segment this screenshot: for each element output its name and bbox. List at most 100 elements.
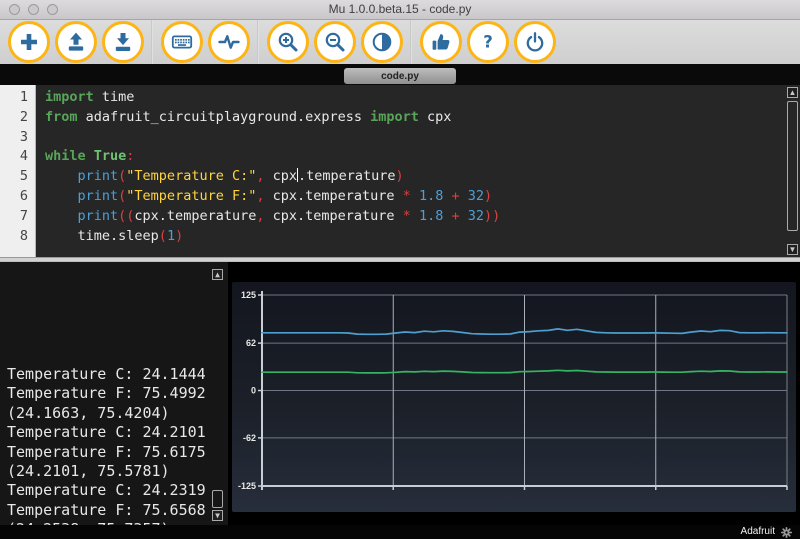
code-token: time.sleep <box>45 228 159 244</box>
code-token: * <box>403 208 411 224</box>
code-line <box>45 128 800 148</box>
line-number: 7 <box>0 207 28 227</box>
mu-editor-window: Mu 1.0.0.beta.15 - code.py ? code.py 123… <box>0 0 800 539</box>
zoom-out-button[interactable] <box>314 21 356 63</box>
toolbar-group-separator <box>410 20 412 64</box>
code-token: ) <box>484 188 492 204</box>
code-token <box>45 168 78 184</box>
svg-text:125: 125 <box>241 290 256 300</box>
tab-strip: code.py <box>0 64 800 85</box>
code-token: "Temperature C:" <box>126 168 256 184</box>
code-token: ( <box>159 228 167 244</box>
code-token: "Temperature F:" <box>126 188 256 204</box>
code-editor[interactable]: 12345678 import timefrom adafruit_circui… <box>0 85 800 257</box>
quit-button[interactable] <box>514 21 556 63</box>
plus-icon <box>17 30 41 54</box>
load-button[interactable] <box>55 21 97 63</box>
console-line: Temperature F: 75.4992 <box>7 384 228 403</box>
code-token: adafruit_circuitplayground.express <box>78 109 371 125</box>
contrast-icon <box>370 30 394 54</box>
code-token <box>86 148 94 164</box>
code-token: 1.8 <box>419 208 443 224</box>
code-token: (( <box>118 208 134 224</box>
code-token: + <box>451 208 459 224</box>
code-text-area[interactable]: import timefrom adafruit_circuitplaygrou… <box>36 85 800 257</box>
code-token: 1 <box>167 228 175 244</box>
title-bar: Mu 1.0.0.beta.15 - code.py <box>0 0 800 20</box>
console-scrollbar-thumb[interactable] <box>212 490 223 508</box>
console-scroll-down-icon[interactable]: ▼ <box>212 510 223 521</box>
line-number-gutter: 12345678 <box>0 85 36 257</box>
editor-scrollbar-thumb[interactable] <box>787 101 798 231</box>
code-token <box>460 208 468 224</box>
line-number: 6 <box>0 187 28 207</box>
code-token <box>45 208 78 224</box>
mode-label: Adafruit <box>741 525 775 539</box>
code-token <box>45 188 78 204</box>
code-token <box>411 208 419 224</box>
check-button[interactable] <box>420 21 462 63</box>
scroll-down-icon[interactable]: ▼ <box>787 244 798 255</box>
code-token: cpx.temperature <box>264 208 402 224</box>
code-token: )) <box>484 208 500 224</box>
status-bar: Adafruit <box>0 525 800 539</box>
help-button[interactable]: ? <box>467 21 509 63</box>
console-line: Temperature C: 24.2319 <box>7 481 228 500</box>
code-token: import <box>370 109 419 125</box>
console-scroll-up-icon[interactable]: ▲ <box>212 269 223 280</box>
plotter-chart: 125 62 0 -62 -125 <box>232 282 796 512</box>
plotter-svg: 125 62 0 -62 -125 <box>232 282 796 512</box>
tab-label: code.py <box>381 71 419 82</box>
line-number: 4 <box>0 147 28 167</box>
code-token: * <box>403 188 411 204</box>
toolbar: ? <box>0 20 800 64</box>
code-token: 32 <box>468 188 484 204</box>
gear-icon[interactable] <box>780 526 793 539</box>
line-number: 3 <box>0 128 28 148</box>
code-token: print <box>78 188 119 204</box>
zoom-in-button[interactable] <box>267 21 309 63</box>
console-line: Temperature C: 24.1444 <box>7 365 228 384</box>
console-line: Temperature F: 75.6175 <box>7 443 228 462</box>
plotter-button[interactable] <box>208 21 250 63</box>
repl-button[interactable] <box>161 21 203 63</box>
zoom-in-icon <box>276 30 300 54</box>
zoom-out-icon <box>323 30 347 54</box>
toolbar-group-separator <box>257 20 259 64</box>
console-line: (24.2101, 75.5781) <box>7 462 228 481</box>
tab-code-py[interactable]: code.py <box>344 68 456 84</box>
svg-text:-125: -125 <box>238 481 256 491</box>
editor-scrollbar[interactable]: ▲ ▼ <box>785 85 800 257</box>
save-button[interactable] <box>102 21 144 63</box>
pulse-icon <box>217 30 241 54</box>
console-line: (24.2538, 75.7357) <box>7 520 228 525</box>
code-token: cpx.temperature <box>264 188 402 204</box>
svg-text:0: 0 <box>251 386 256 396</box>
new-button[interactable] <box>8 21 50 63</box>
toolbar-group-separator <box>151 20 153 64</box>
bottom-panes: ▲ ▼ Temperature C: 24.1444Temperature F:… <box>0 262 800 525</box>
keyboard-icon <box>170 30 194 54</box>
code-token: print <box>78 208 119 224</box>
code-line: print((cpx.temperature, cpx.temperature … <box>45 207 800 227</box>
code-line: import time <box>45 88 800 108</box>
console-line: (24.1663, 75.4204) <box>7 404 228 423</box>
line-number: 8 <box>0 227 28 247</box>
code-token: ) <box>396 168 404 184</box>
svg-text:-62: -62 <box>243 433 256 443</box>
code-token: ) <box>175 228 183 244</box>
svg-text:62: 62 <box>246 338 256 348</box>
theme-button[interactable] <box>361 21 403 63</box>
upload-icon <box>64 30 88 54</box>
download-icon <box>111 30 135 54</box>
code-token: 1.8 <box>419 188 443 204</box>
code-token: time <box>94 89 135 105</box>
line-number: 5 <box>0 167 28 187</box>
scroll-up-icon[interactable]: ▲ <box>787 87 798 98</box>
code-line: print("Temperature F:", cpx.temperature … <box>45 187 800 207</box>
code-token: cpx <box>419 109 452 125</box>
code-token: while <box>45 148 86 164</box>
serial-console[interactable]: ▲ ▼ Temperature C: 24.1444Temperature F:… <box>0 262 228 525</box>
power-icon <box>523 30 547 54</box>
code-token: from <box>45 109 78 125</box>
